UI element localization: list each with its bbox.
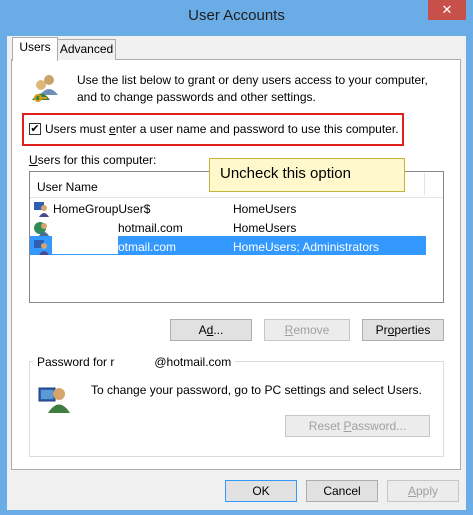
window-frame-right (466, 36, 473, 515)
checkmark-icon: ✔ (30, 123, 40, 135)
close-button[interactable]: ✕ (428, 0, 466, 20)
intro-text: Use the list below to grant or deny user… (77, 73, 428, 104)
tab-advanced[interactable]: Advanced (57, 39, 116, 60)
table-row-group[interactable]: HomeUsers; Administrators (233, 240, 379, 254)
close-icon: ✕ (441, 2, 453, 17)
column-separator (424, 173, 425, 195)
remove-button[interactable]: Remove (264, 319, 350, 341)
window-frame-left (0, 36, 7, 515)
tab-users[interactable]: Users (12, 37, 58, 61)
user-account-icon (33, 219, 50, 236)
user-account-icon (33, 200, 50, 217)
user-account-icon (33, 238, 50, 255)
apply-button[interactable]: Apply (387, 480, 459, 502)
table-row-name[interactable]: hotmail.com (118, 221, 183, 235)
ok-button[interactable]: OK (225, 480, 297, 502)
add-button[interactable]: Ad... (170, 319, 252, 341)
annotation-callout: Uncheck this option (209, 158, 405, 192)
password-instructions: To change your password, go to PC settin… (91, 383, 422, 397)
users-group-icon (29, 71, 61, 103)
table-row-group[interactable]: HomeUsers (233, 202, 296, 216)
password-groupbox (29, 361, 444, 457)
window-frame-bottom (0, 510, 473, 515)
redaction-box (52, 219, 118, 254)
window-title: User Accounts (188, 7, 285, 24)
password-group-caption: Password for r @hotmail.com (33, 355, 236, 369)
must-login-label[interactable]: Users must enter a user name and passwor… (45, 122, 399, 136)
user-password-icon (38, 382, 70, 414)
table-row-group[interactable]: HomeUsers (233, 221, 296, 235)
reset-password-button[interactable]: Reset Password... (285, 415, 430, 437)
properties-button[interactable]: Properties (362, 319, 444, 341)
users-list-label: Users for this computer: (29, 153, 157, 167)
column-header-user-name[interactable]: User Name (37, 180, 98, 194)
must-login-checkbox[interactable]: ✔ (29, 123, 41, 135)
table-row-name[interactable]: HomeGroupUser$ (53, 202, 150, 216)
table-row-name[interactable]: otmail.com (118, 240, 176, 254)
cancel-button[interactable]: Cancel (306, 480, 378, 502)
